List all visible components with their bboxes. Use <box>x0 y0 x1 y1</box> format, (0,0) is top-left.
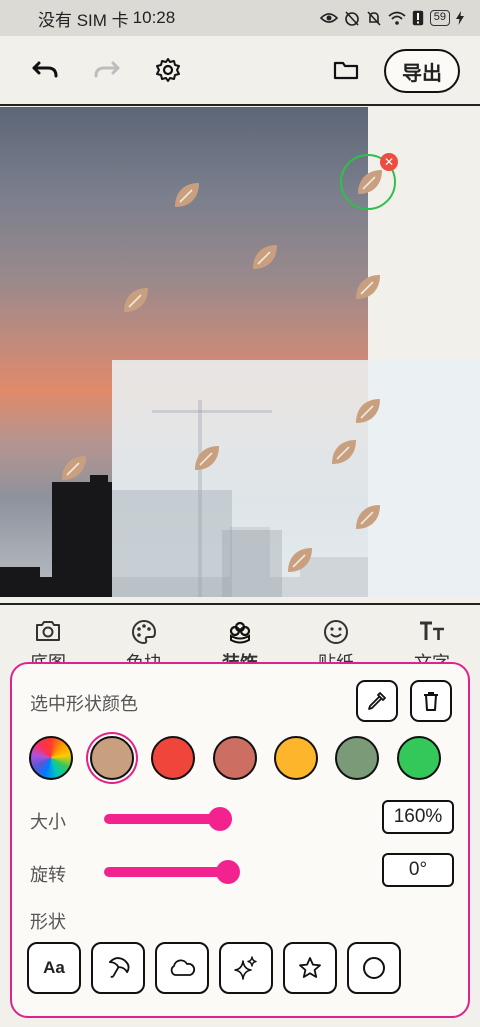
shapes-label: 形状 <box>30 912 66 932</box>
open-folder-button[interactable] <box>329 53 363 87</box>
leaf-shape[interactable] <box>353 502 383 532</box>
redo-icon <box>94 61 120 78</box>
settings-button[interactable] <box>151 53 185 87</box>
color-swatch-tan[interactable] <box>90 736 134 780</box>
rotation-label: 旋转 <box>30 865 66 885</box>
charging-icon <box>456 11 464 25</box>
clock-text: 10:28 <box>132 8 176 27</box>
palette-icon <box>132 619 157 645</box>
sim-alert-icon <box>412 10 423 26</box>
leaf-shape[interactable] <box>250 242 280 272</box>
shape-text-button[interactable]: Aa <box>27 942 81 994</box>
bottom-tab-bar: 底图 色块 装饰 贴纸 文字 <box>0 607 480 673</box>
shape-sparkle-button[interactable] <box>219 942 273 994</box>
shape-cloud-button[interactable] <box>155 942 209 994</box>
smiley-icon <box>324 620 348 644</box>
leaf-shape[interactable] <box>285 545 315 575</box>
bell-off-icon <box>367 11 381 26</box>
color-swatch-rainbow[interactable] <box>29 736 73 780</box>
leaf-shape[interactable] <box>353 272 383 302</box>
selected-leaf-shape[interactable] <box>355 167 385 197</box>
size-label: 大小 <box>30 812 66 832</box>
color-swatch-sage[interactable] <box>335 736 379 780</box>
folder-icon <box>333 61 359 80</box>
panel-title: 选中形状颜色 <box>30 694 138 714</box>
text-size-icon <box>420 621 444 640</box>
eyedropper-button[interactable] <box>356 680 398 722</box>
size-slider[interactable] <box>104 807 232 831</box>
flower-icon <box>229 621 251 644</box>
trash-icon <box>424 692 438 711</box>
redo-button[interactable] <box>90 53 124 87</box>
leaf-shape[interactable] <box>121 285 151 315</box>
leaf-shape[interactable] <box>329 437 359 467</box>
battery-indicator: 59 <box>429 10 450 26</box>
shape-settings-panel: 选中形状颜色 大小 160% 旋转 0° 形状 Aa <box>10 662 470 1018</box>
delete-shape-button[interactable] <box>410 680 452 722</box>
rotation-slider-knob[interactable] <box>216 860 240 884</box>
leaf-shape[interactable] <box>172 180 202 210</box>
wifi-icon <box>388 11 406 25</box>
alarm-off-icon <box>344 11 359 26</box>
sparkle-icon <box>234 956 257 980</box>
leaf-shape[interactable] <box>192 443 222 473</box>
editor-canvas[interactable]: ✕ <box>0 107 480 605</box>
eyedropper-icon <box>368 692 386 710</box>
color-swatch-green[interactable] <box>397 736 441 780</box>
color-swatch-yellow[interactable] <box>274 736 318 780</box>
remove-shape-button[interactable]: ✕ <box>380 153 398 171</box>
camera-icon <box>36 621 60 641</box>
status-icons: 59 <box>319 10 464 26</box>
cloud-icon <box>170 959 196 976</box>
circle-icon <box>363 957 385 979</box>
color-swatch-red[interactable] <box>151 736 195 780</box>
rotation-value[interactable]: 0° <box>382 853 454 887</box>
umbrella-icon <box>108 957 130 978</box>
rotation-slider[interactable] <box>104 860 240 884</box>
size-slider-knob[interactable] <box>208 807 232 831</box>
gear-icon <box>156 58 180 82</box>
leaf-shape[interactable] <box>353 396 383 426</box>
undo-icon <box>32 61 58 78</box>
eye-icon <box>319 13 338 23</box>
shape-umbrella-button[interactable] <box>91 942 145 994</box>
shape-circle-button[interactable] <box>347 942 401 994</box>
leaf-shape[interactable] <box>59 453 89 483</box>
export-button[interactable]: 导出 <box>384 49 460 93</box>
undo-button[interactable] <box>28 53 62 87</box>
size-value[interactable]: 160% <box>382 800 454 834</box>
star-icon <box>299 957 321 978</box>
status-bar: 没有 SIM 卡 10:28 59 <box>0 0 480 36</box>
top-toolbar: 导出 <box>0 36 480 106</box>
carrier-text: 没有 SIM 卡 <box>38 10 129 30</box>
color-swatch-terracotta[interactable] <box>213 736 257 780</box>
shape-star-button[interactable] <box>283 942 337 994</box>
